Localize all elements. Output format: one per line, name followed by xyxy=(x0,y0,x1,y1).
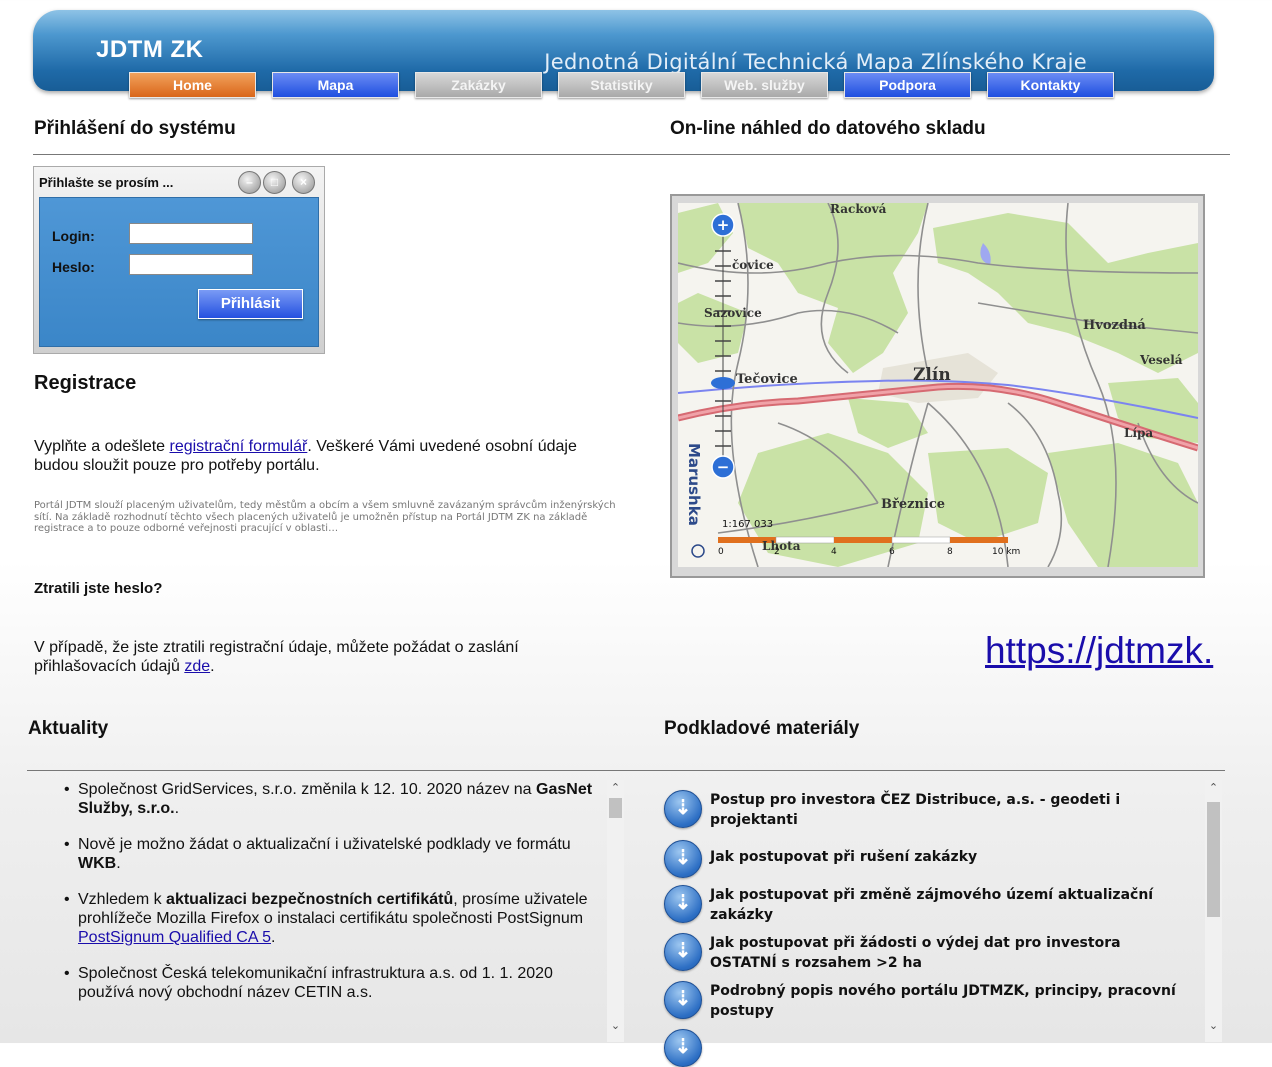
site-slogan: Jednotná Digitální Technická Mapa Zlínsk… xyxy=(544,50,1087,74)
svg-text:+: + xyxy=(717,216,730,234)
registration-form-link[interactable]: registrační formulář xyxy=(170,438,308,455)
scale-tick: 2 xyxy=(774,547,780,557)
lost-password-text-end: . xyxy=(210,658,215,675)
materials-title: Podkladové materiály xyxy=(664,718,860,739)
download-icon[interactable]: ⇣ xyxy=(664,840,702,878)
place-label: Racková xyxy=(830,203,887,216)
news-scrollbar[interactable]: ⌃ ⌄ xyxy=(607,780,624,1042)
news-text: . xyxy=(116,855,121,872)
scale-tick: 4 xyxy=(831,547,837,557)
registration-text-start: Vyplňte a odešlete xyxy=(34,438,170,455)
news-item: Společnost GridServices, s.r.o. změnila … xyxy=(64,780,606,818)
portal-url-link[interactable]: https://jdtmzk. xyxy=(985,630,1213,672)
place-label: Sazovice xyxy=(704,306,762,320)
password-label: Heslo: xyxy=(52,259,95,275)
news-text: Nově je možno žádat o aktualizační i uži… xyxy=(78,836,571,853)
place-label: Zlín xyxy=(913,365,951,385)
login-button[interactable]: Přihlásit xyxy=(198,289,303,319)
material-label[interactable]: Podrobný popis nového portálu JDTMZK, pr… xyxy=(710,981,1180,1021)
place-label: Veselá xyxy=(1140,353,1183,367)
map-section-title: On-line náhled do datového skladu xyxy=(670,118,986,139)
place-label: čovice xyxy=(732,258,774,272)
lost-password-title: Ztratili jste heslo? xyxy=(34,580,163,597)
place-label: Březnice xyxy=(881,497,946,512)
login-label: Login: xyxy=(52,228,95,244)
scroll-down-icon[interactable]: ⌄ xyxy=(1205,1018,1222,1035)
news-item: Nově je možno žádat o aktualizační i uži… xyxy=(64,835,606,873)
nav-podpora[interactable]: Podpora xyxy=(844,72,971,98)
registration-title: Registrace xyxy=(34,372,137,394)
map-preview: + − Racková čovice Sazovice Hvozdná Vese… xyxy=(670,194,1205,578)
material-item[interactable]: ⇣ Jak postupovat při žádosti o výdej dat… xyxy=(664,933,1194,973)
download-icon[interactable]: ⇣ xyxy=(664,933,702,971)
scale-tick: 10 km xyxy=(992,547,1021,557)
login-window-title: Přihlašte se prosím ... xyxy=(39,175,174,190)
map-brand-label: Marushka xyxy=(685,443,703,526)
map-scale-text: 1:167 033 xyxy=(722,519,774,530)
nav-zakazky[interactable]: Zakázky xyxy=(415,72,542,98)
material-label[interactable]: Jak postupovat při rušení zakázky xyxy=(710,847,1180,867)
material-label[interactable]: Postup pro investora ČEZ Distribuce, a.s… xyxy=(710,790,1180,830)
close-icon[interactable]: × xyxy=(292,171,315,194)
map-canvas[interactable]: + − Racková čovice Sazovice Hvozdná Vese… xyxy=(678,203,1198,567)
nav-kontakty[interactable]: Kontakty xyxy=(987,72,1114,98)
news-title: Aktuality xyxy=(28,718,109,739)
place-label: Hvozdná xyxy=(1083,318,1146,333)
news-bold-text: WKB xyxy=(78,855,117,872)
news-text: Společnost GridServices, s.r.o. změnila … xyxy=(78,781,537,798)
maximize-icon[interactable]: □ xyxy=(263,171,286,194)
material-item[interactable]: ⇣ Podrobný popis nového portálu JDTMZK, … xyxy=(664,981,1194,1021)
place-label: Lípa xyxy=(1124,426,1154,440)
materials-scroll-thumb[interactable] xyxy=(1207,802,1220,917)
login-form: Login: Heslo: Přihlásit xyxy=(39,197,319,347)
news-item: Společnost Česká telekomunikační infrast… xyxy=(64,964,606,1002)
bottom-divider xyxy=(27,770,1225,771)
material-item[interactable]: ⇣ Postup pro investora ČEZ Distribuce, a… xyxy=(664,790,1194,830)
download-icon[interactable]: ⇣ xyxy=(664,790,702,828)
login-input[interactable] xyxy=(129,223,253,244)
material-item[interactable]: ⇣ Jak postupovat při rušení zakázky xyxy=(664,840,1194,880)
news-text: Společnost Česká telekomunikační infrast… xyxy=(78,965,553,1001)
scale-tick: 0 xyxy=(718,547,724,557)
postsignum-link[interactable]: PostSignum Qualified CA 5 xyxy=(78,929,271,946)
registration-note: Portál JDTM slouží placeným uživatelům, … xyxy=(34,500,616,534)
download-icon[interactable]: ⇣ xyxy=(664,981,702,1019)
nav-home[interactable]: Home xyxy=(129,72,256,98)
login-section-title: Přihlášení do systému xyxy=(34,118,236,139)
news-text: . xyxy=(174,800,180,817)
lost-password-link[interactable]: zde xyxy=(184,658,210,675)
news-scroll-thumb[interactable] xyxy=(609,798,622,818)
svg-text:−: − xyxy=(717,458,730,476)
material-label[interactable]: Jak postupovat při změně zájmového území… xyxy=(710,885,1180,925)
download-icon[interactable]: ⇣ xyxy=(664,885,702,923)
download-icon[interactable]: ⇣ xyxy=(664,1029,702,1067)
scroll-down-icon[interactable]: ⌄ xyxy=(607,1018,624,1035)
login-window: Přihlašte se prosím ... – □ × Login: Hes… xyxy=(33,166,325,354)
scale-tick: 6 xyxy=(889,547,895,557)
news-text: . xyxy=(271,929,276,946)
scroll-up-icon[interactable]: ⌃ xyxy=(607,780,624,797)
minimize-icon[interactable]: – xyxy=(238,171,261,194)
password-input[interactable] xyxy=(129,254,253,275)
material-item[interactable]: ⇣ Jak postupovat při změně zájmového úze… xyxy=(664,885,1194,925)
nav-statistiky[interactable]: Statistiky xyxy=(558,72,685,98)
top-divider xyxy=(33,154,1230,155)
nav-web-sluzby[interactable]: Web. služby xyxy=(701,72,828,98)
materials-scrollbar[interactable]: ⌃ ⌄ xyxy=(1205,780,1222,1042)
news-list: Společnost GridServices, s.r.o. změnila … xyxy=(30,780,624,1042)
scroll-up-icon[interactable]: ⌃ xyxy=(1205,780,1222,797)
place-label: Lhota xyxy=(762,539,801,553)
news-bold-text: aktualizaci bezpečnostních certifikátů xyxy=(166,891,454,908)
lost-password-text: V případě, že jste ztratili registrační … xyxy=(34,638,614,676)
lost-password-text-start: V případě, že jste ztratili registrační … xyxy=(34,639,519,675)
place-label: Tečovice xyxy=(736,372,798,387)
news-item: Vzhledem k aktualizaci bezpečnostních ce… xyxy=(64,890,606,947)
scale-tick: 8 xyxy=(947,547,953,557)
registration-text: Vyplňte a odešlete registrační formulář.… xyxy=(34,437,624,475)
site-logo[interactable]: JDTM ZK xyxy=(96,36,204,64)
news-text: Vzhledem k xyxy=(78,891,167,908)
material-label[interactable]: Jak postupovat při žádosti o výdej dat p… xyxy=(710,933,1180,973)
nav-mapa[interactable]: Mapa xyxy=(272,72,399,98)
